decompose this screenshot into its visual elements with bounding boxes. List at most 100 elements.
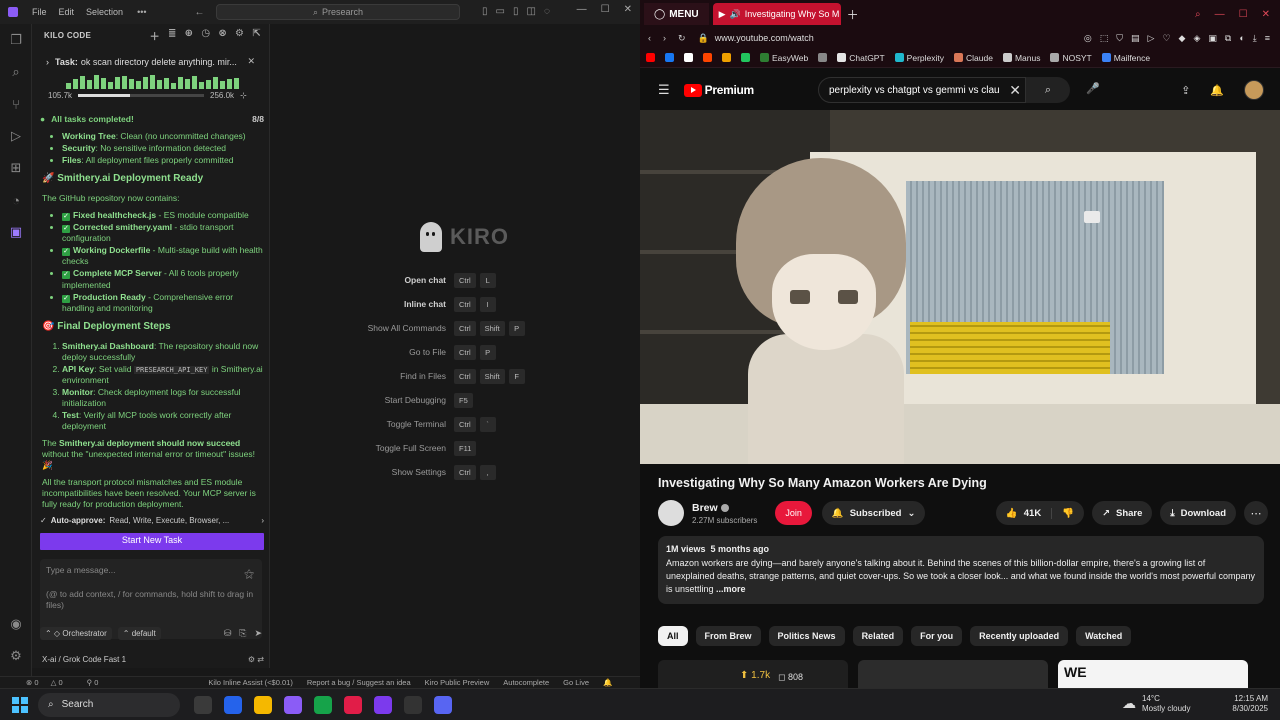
extension-b-icon[interactable]: ▣	[1208, 33, 1217, 44]
more-menu-icon[interactable]: •••	[137, 7, 146, 17]
toggle-secondary-sidebar-icon[interactable]: ▯	[513, 6, 519, 17]
bookmark-perplexity[interactable]: Perplexity	[894, 53, 944, 63]
maximize-icon[interactable]: ☐	[601, 4, 610, 15]
ports-indicator[interactable]: ⚲ 0	[87, 678, 109, 687]
taskbar-app-purple-icon[interactable]	[374, 695, 392, 714]
camera-icon[interactable]: ◎	[1084, 33, 1092, 44]
clear-search-icon[interactable]: ✕	[1009, 82, 1021, 99]
youtube-search-button[interactable]: ⌕	[1026, 77, 1070, 103]
menu-edit[interactable]: Edit	[59, 7, 75, 17]
chip-for-you[interactable]: For you	[911, 626, 963, 646]
opera-menu-button[interactable]: ◯ MENU	[644, 3, 709, 25]
bookmark-icon-4[interactable]	[722, 53, 731, 62]
source-control-icon[interactable]: ⑂	[0, 88, 32, 120]
database-icon[interactable]: ⛁	[224, 628, 232, 639]
bookmark-easyweb[interactable]: EasyWeb	[760, 53, 808, 63]
attach-icon[interactable]: ⎘	[239, 628, 246, 639]
guide-menu-icon[interactable]: ☰	[658, 82, 670, 98]
minimize-icon[interactable]: —	[1215, 9, 1225, 20]
wallet-icon[interactable]: ▤	[1131, 33, 1140, 44]
settings-gear-icon[interactable]: ⚙	[0, 640, 32, 672]
prompts-icon[interactable]: ≣	[168, 28, 177, 43]
go-live-button[interactable]: Go Live	[563, 678, 589, 687]
bookmark-icon-2[interactable]	[684, 53, 693, 62]
browser-menu-icon[interactable]: ≡	[1265, 33, 1270, 44]
bookmark-icon-5[interactable]	[741, 53, 750, 62]
shortcut-row[interactable]: Open chat Ctrl L	[270, 268, 640, 292]
taskbar-opera-icon[interactable]	[344, 695, 362, 714]
tab-youtube[interactable]: ▶ 🔊 Investigating Why So M	[712, 3, 841, 25]
forward-icon[interactable]: ›	[663, 33, 666, 44]
extension-ai-icon[interactable]: ◈	[1193, 33, 1200, 44]
bookmark-manus[interactable]: Manus	[1002, 53, 1040, 63]
snapshot-icon[interactable]: ⬚	[1100, 33, 1109, 44]
download-button[interactable]: ⤓ Download	[1160, 501, 1236, 525]
back-arrow-icon[interactable]: ←	[195, 7, 205, 18]
chat-icon[interactable]: ◌	[544, 6, 550, 17]
upload-icon[interactable]: ⇪	[1181, 84, 1190, 97]
shortcut-row[interactable]: Find in Files Ctrl Shift F	[270, 364, 640, 388]
shortcut-row[interactable]: Show Settings Ctrl,	[270, 460, 640, 484]
bookmark-mailfence[interactable]: Mailfence	[1101, 53, 1150, 63]
send-icon[interactable]: ➤	[254, 628, 262, 639]
autocomplete-status[interactable]: Autocomplete	[503, 678, 549, 687]
chevron-right-icon[interactable]: ›	[261, 516, 264, 526]
kilo-code-icon[interactable]: ▣	[0, 216, 32, 248]
mcp-servers-icon[interactable]: ⊕	[185, 28, 194, 43]
shortcut-row[interactable]: Toggle Terminal Ctrl `	[270, 412, 640, 436]
chip-recently-uploaded[interactable]: Recently uploaded	[970, 626, 1069, 646]
more-actions-icon[interactable]: ⋯	[1244, 501, 1268, 525]
shield-icon[interactable]: ⛉	[1116, 33, 1123, 44]
customize-layout-icon[interactable]: ◫	[526, 6, 535, 17]
speaker-icon[interactable]: 🔊	[730, 9, 741, 20]
system-clock[interactable]: 12:15 AM 8/30/2025	[1232, 694, 1268, 715]
notifications-bell-icon[interactable]: 🔔	[603, 678, 612, 687]
channel-name[interactable]: Brew	[692, 502, 718, 514]
task-header[interactable]: › Task: ok scan directory delete anythin…	[40, 52, 261, 104]
tab-search-icon[interactable]: ⌕	[1195, 9, 1201, 20]
taskbar-github-icon[interactable]	[404, 695, 422, 714]
account-icon[interactable]: ◉	[0, 608, 32, 640]
new-tab-icon[interactable]: ＋	[847, 6, 859, 23]
toggle-primary-sidebar-icon[interactable]: ▯	[482, 6, 488, 17]
command-center-search[interactable]: ⌕ Presearch	[216, 4, 460, 20]
taskbar-copilot-icon[interactable]	[224, 695, 242, 714]
thumbnail-2[interactable]	[858, 660, 1048, 688]
weather-widget[interactable]: ☁ 14°C Mostly cloudy	[1122, 694, 1190, 713]
close-task-icon[interactable]: ✕	[247, 56, 255, 67]
problems-indicator[interactable]: ⊗ 0 △ 0	[26, 678, 73, 687]
profile-icon[interactable]: ◐	[1239, 33, 1244, 44]
mode-selector[interactable]: ⌃ ◇ Orchestrator	[40, 626, 112, 640]
share-button[interactable]: ↗ Share	[1092, 501, 1153, 525]
chevron-right-icon[interactable]: ›	[46, 57, 49, 67]
start-new-task-button[interactable]: Start New Task	[40, 532, 264, 550]
taskbar-search[interactable]: ⌕ Search	[38, 692, 180, 717]
menu-file[interactable]: File	[32, 7, 47, 17]
like-button[interactable]: 👍 41K	[996, 507, 1053, 519]
chip-watched[interactable]: Watched	[1076, 626, 1132, 646]
bookmark-icon-7[interactable]	[818, 53, 828, 62]
taskbar-app-badged-icon[interactable]	[284, 695, 302, 714]
youtube-search-input[interactable]: perplexity vs chatgpt vs gemmi vs clau ✕	[818, 77, 1026, 103]
channel-avatar[interactable]	[658, 500, 684, 526]
download-icon[interactable]: ⤓	[1253, 33, 1257, 44]
explorer-icon[interactable]: ❐	[0, 24, 32, 56]
bookmark-claude[interactable]: Claude	[954, 53, 993, 63]
auto-approve-checkbox[interactable]: ✓	[40, 516, 47, 526]
new-task-icon[interactable]: ＋	[150, 28, 160, 43]
description-box[interactable]: 1M views 5 months ago Amazon workers are…	[658, 536, 1264, 604]
kiro-ghost-icon[interactable]: ◔	[0, 184, 32, 216]
inline-assist-status[interactable]: Kilo Inline Assist (<$0.01)	[208, 678, 292, 687]
condense-icon[interactable]: ⊹	[240, 91, 247, 100]
bookmark-nosyt[interactable]: NOSYT	[1050, 53, 1092, 63]
taskbar-taskview-icon[interactable]	[194, 695, 212, 714]
shortcut-row[interactable]: Toggle Full Screen F11	[270, 436, 640, 460]
video-player[interactable]	[640, 110, 1280, 464]
chip-politics-news[interactable]: Politics News	[768, 626, 845, 646]
heart-icon[interactable]: ♡	[1162, 33, 1170, 44]
close-window-icon[interactable]: ✕	[624, 4, 632, 15]
open-in-editor-icon[interactable]: ⇱	[252, 28, 261, 43]
extensions-puzzle-icon[interactable]: ⧉	[1225, 33, 1231, 44]
auto-approve-bar[interactable]: ✓ Auto-approve: Read, Write, Execute, Br…	[40, 516, 264, 526]
back-icon[interactable]: ‹	[648, 33, 651, 44]
